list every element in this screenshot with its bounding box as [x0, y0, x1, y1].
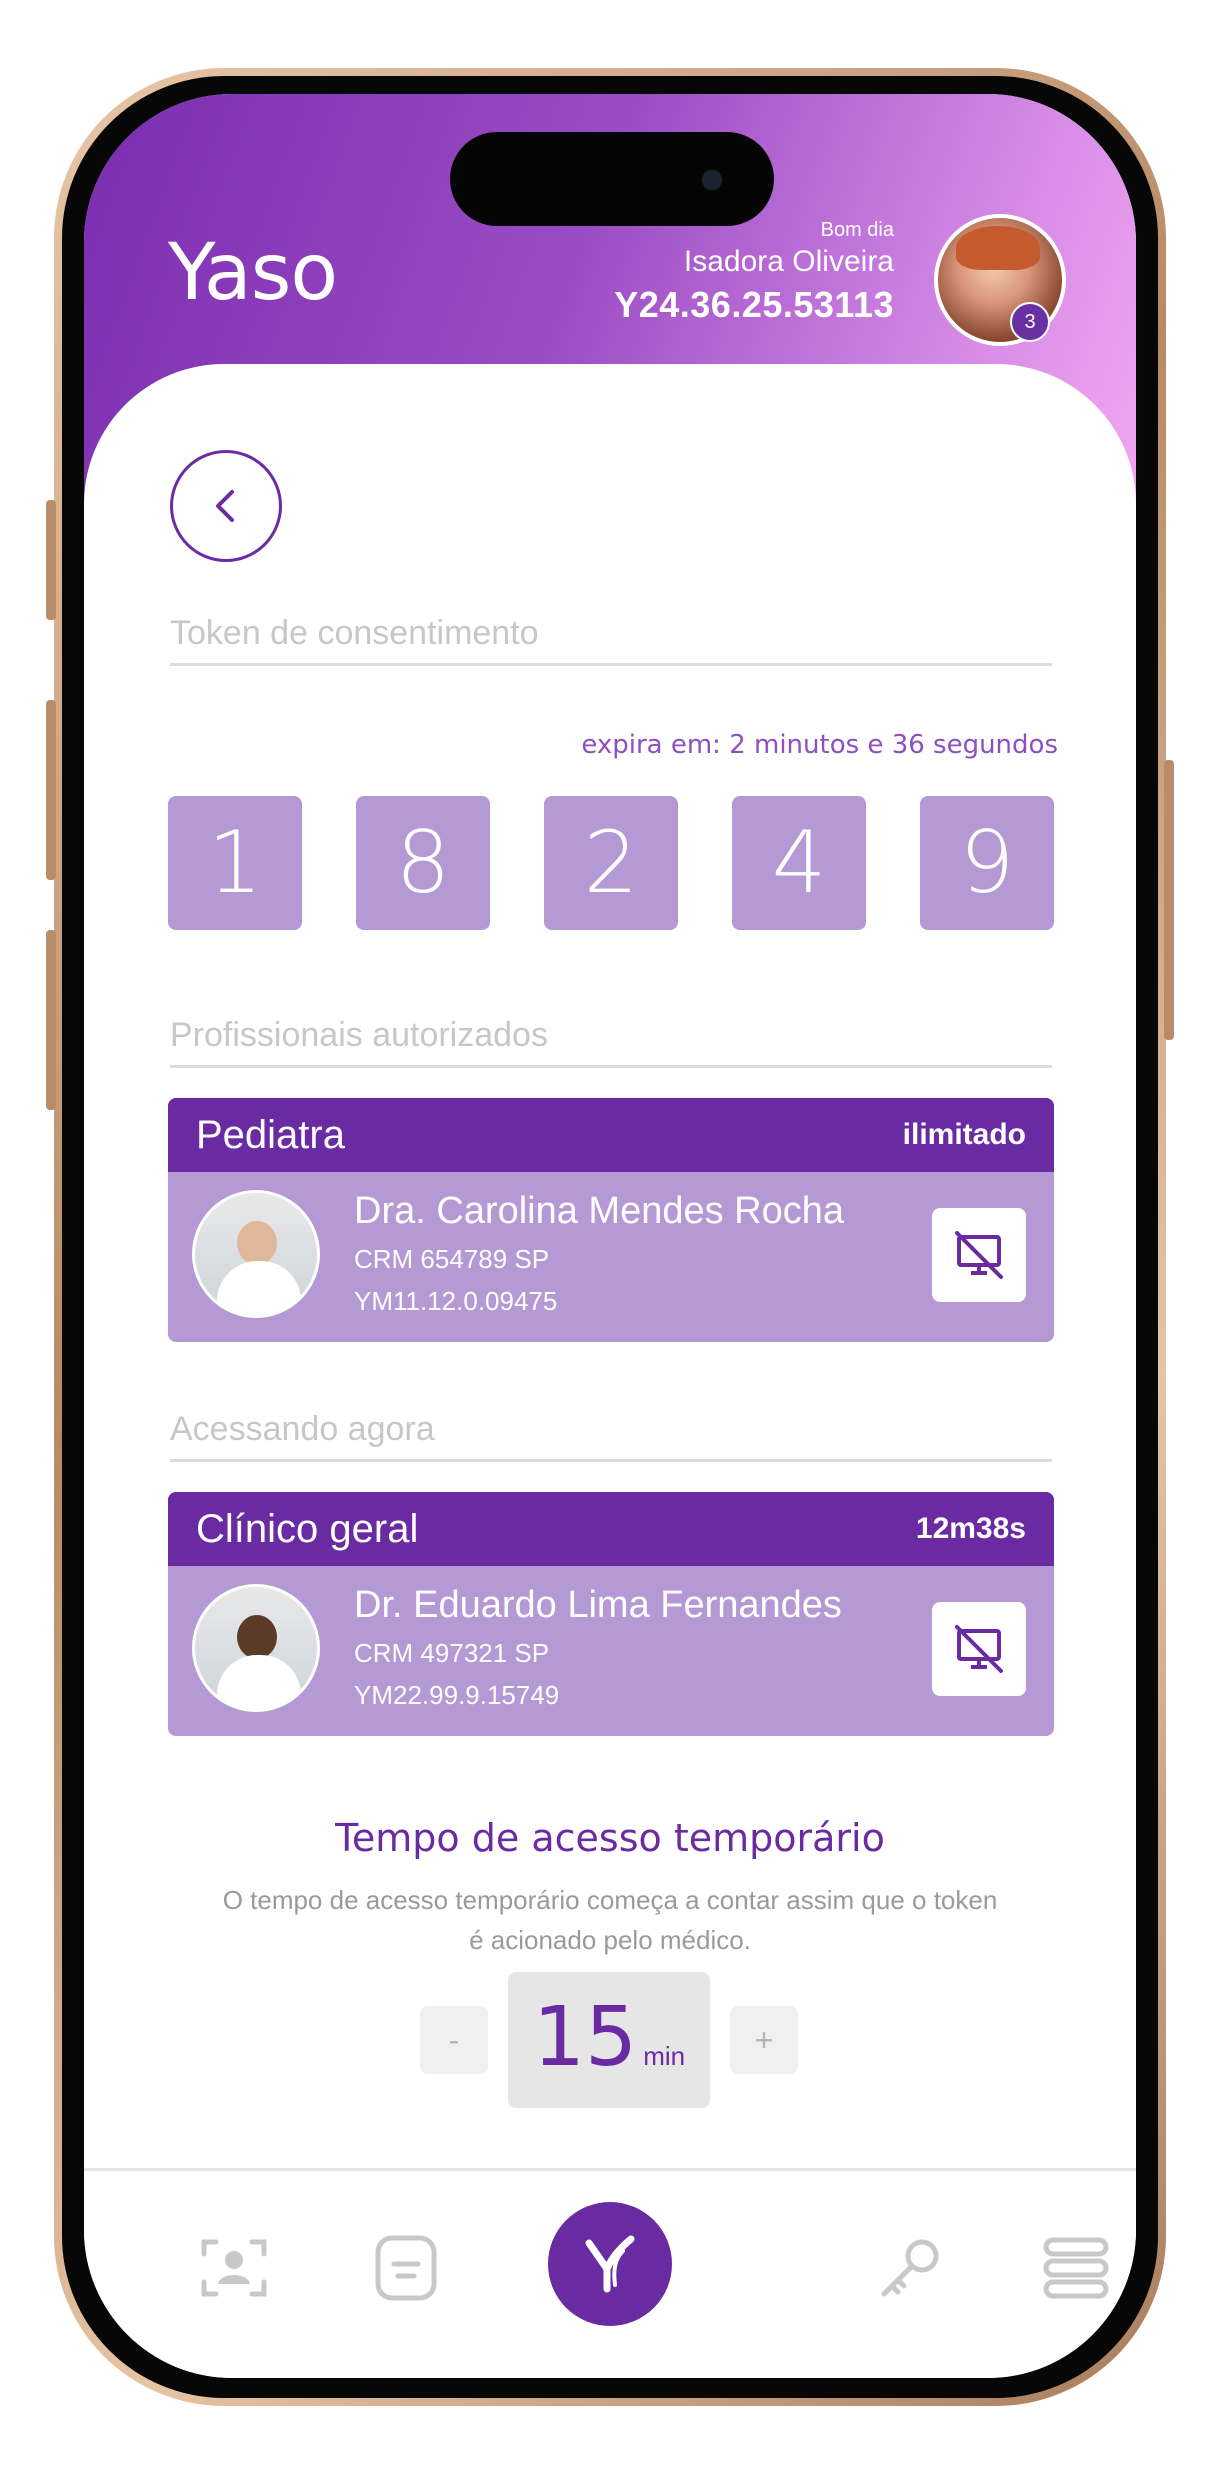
- menu-icon: [1043, 2237, 1109, 2299]
- duration-value: 15: [532, 1990, 638, 2085]
- specialty-label: Clínico geral: [196, 1506, 419, 1551]
- nav-key[interactable]: [870, 2228, 950, 2308]
- app-logo: Yaso: [168, 228, 338, 318]
- doctor-ym: YM22.99.9.15749: [354, 1680, 560, 1710]
- doctor-head: [237, 1615, 277, 1659]
- nav-documents[interactable]: [366, 2228, 446, 2308]
- document-icon: [375, 2235, 437, 2301]
- card-body: Dra. Carolina Mendes Rocha CRM 654789 SP…: [168, 1172, 1054, 1342]
- nav-home[interactable]: [548, 2202, 672, 2326]
- notification-badge[interactable]: 3: [1010, 302, 1050, 342]
- access-duration: 12m38s: [915, 1512, 1026, 1545]
- side-button: [1164, 760, 1174, 1040]
- token-section-label: Token de consentimento: [170, 614, 1052, 666]
- doctor-coat: [217, 1655, 301, 1709]
- specialty-label: Pediatra: [196, 1112, 345, 1157]
- token-digit: 9: [920, 796, 1054, 930]
- screen-off-icon: [955, 1231, 1003, 1279]
- doctor-coat: [217, 1261, 301, 1315]
- token-digit: 8: [356, 796, 490, 930]
- screen-off-icon: [955, 1625, 1003, 1673]
- camera-icon: [702, 170, 722, 190]
- doctor-ym: YM11.12.0.09475: [354, 1286, 558, 1316]
- face-scan-icon: [201, 2239, 267, 2297]
- card-header: Clínico geral 12m38s: [168, 1492, 1054, 1566]
- card-body: Dr. Eduardo Lima Fernandes CRM 497321 SP…: [168, 1566, 1054, 1736]
- revoke-access-button[interactable]: [932, 1208, 1026, 1302]
- doctor-photo: [192, 1190, 320, 1318]
- yaso-home-icon: [585, 2235, 635, 2293]
- token-expiry: expira em: 2 minutos e 36 segundos: [581, 730, 1058, 760]
- revoke-access-button[interactable]: [932, 1602, 1026, 1696]
- token-digit: 4: [732, 796, 866, 930]
- phone-screen: Yaso Bom dia Isadora Oliveira Y24.36.25.…: [84, 94, 1136, 2378]
- access-duration: ilimitado: [902, 1118, 1026, 1151]
- side-button: [46, 930, 56, 1110]
- nav-face-scan[interactable]: [194, 2228, 274, 2308]
- card-header: Pediatra ilimitado: [168, 1098, 1054, 1172]
- nav-divider: [84, 2168, 1136, 2171]
- temp-access-description: O tempo de acesso temporário começa a co…: [222, 1885, 998, 1955]
- doctor-name: Dr. Eduardo Lima Fernandes: [354, 1584, 842, 1626]
- doctor-name: Dra. Carolina Mendes Rocha: [354, 1190, 845, 1232]
- user-name: Isadora Oliveira: [683, 245, 894, 278]
- token-digit: 2: [544, 796, 678, 930]
- token-digits: 1 8 2 4 9: [168, 796, 1054, 930]
- authorized-professional-card: Pediatra ilimitado Dra. Carolina Mendes …: [168, 1098, 1054, 1342]
- dynamic-island: [450, 132, 774, 226]
- duration-unit: min: [643, 2041, 686, 2071]
- accessing-section-label: Acessando agora: [170, 1410, 1052, 1462]
- increase-button[interactable]: +: [730, 2006, 798, 2074]
- back-button[interactable]: [170, 450, 282, 562]
- avatar-hair: [956, 226, 1040, 270]
- doctor-head: [237, 1221, 277, 1265]
- doctor-crm: CRM 654789 SP: [354, 1244, 550, 1274]
- authorized-section-label: Profissionais autorizados: [170, 1016, 1052, 1068]
- key-icon: [881, 2239, 939, 2297]
- doctor-crm: CRM 497321 SP: [354, 1638, 550, 1668]
- duration-display: 15 min: [508, 1972, 710, 2108]
- token-digit: 1: [168, 796, 302, 930]
- user-id: Y24.36.25.53113: [614, 284, 894, 325]
- nav-menu[interactable]: [1036, 2228, 1116, 2308]
- user-greeting: Bom dia Isadora Oliveira Y24.36.25.53113: [614, 218, 894, 328]
- side-button: [46, 500, 56, 620]
- chevron-left-icon: [216, 490, 234, 522]
- decrease-button[interactable]: -: [420, 2006, 488, 2074]
- side-button: [46, 700, 56, 880]
- accessing-professional-card: Clínico geral 12m38s Dr. Eduardo Lima Fe…: [168, 1492, 1054, 1736]
- doctor-photo: [192, 1584, 320, 1712]
- temp-access-title: Tempo de acesso temporário: [335, 1816, 885, 1860]
